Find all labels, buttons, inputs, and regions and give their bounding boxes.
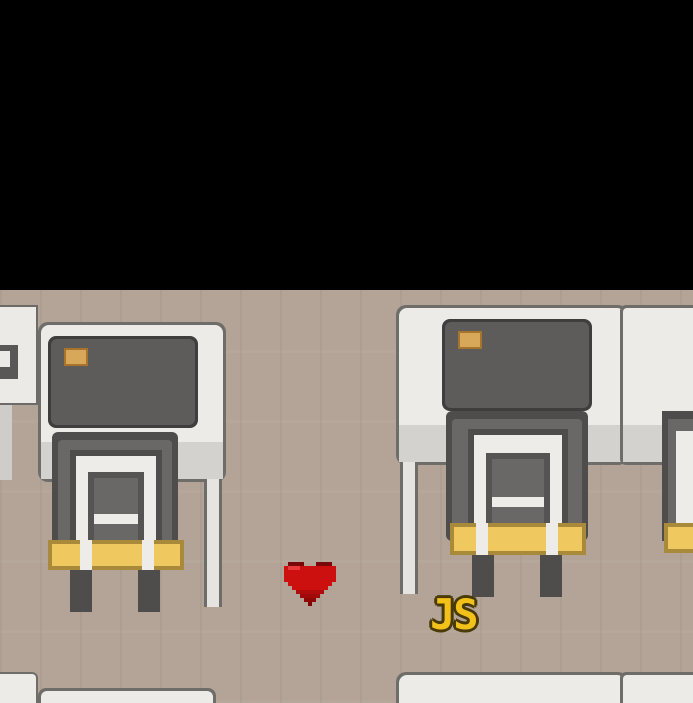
desk-partial-bottom-right [396,672,693,703]
heart-icon[interactable] [284,562,336,606]
unexplored-area [0,0,693,290]
desk-partial-bottom-left [0,672,222,703]
desk-workstation-1 [38,322,228,614]
desk-workstation-2 [396,305,628,601]
desk-partial-right [620,305,693,595]
game-viewport[interactable]: JS [0,0,693,703]
player-js-label[interactable]: JS [430,594,479,636]
